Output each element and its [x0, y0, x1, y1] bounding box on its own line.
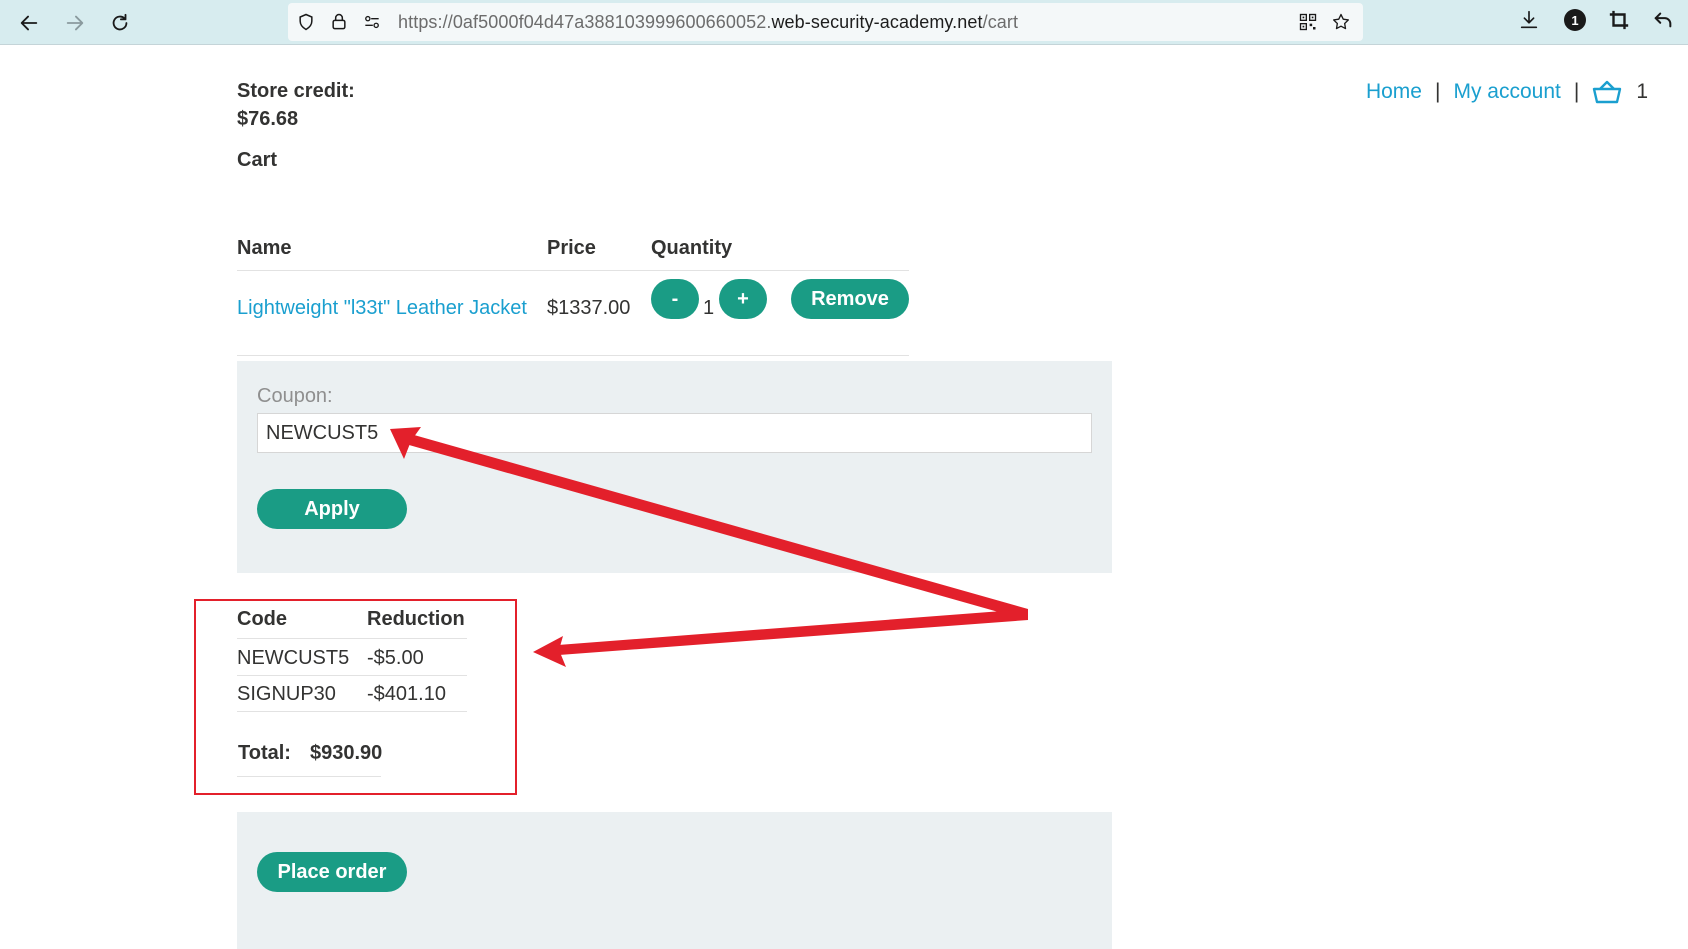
- my-account-link[interactable]: My account: [1453, 80, 1560, 104]
- coupon-input[interactable]: [257, 413, 1092, 453]
- reload-icon[interactable]: [103, 6, 137, 40]
- annotation-arrow-to-reductions: [558, 609, 1028, 655]
- url-domain: web-security-academy.net: [771, 12, 983, 32]
- apply-coupon-button[interactable]: Apply: [257, 489, 407, 529]
- forward-arrow-icon[interactable]: [58, 6, 92, 40]
- reduction-amount: -$401.10: [367, 683, 446, 705]
- column-header-quantity: Quantity: [651, 237, 733, 259]
- table-divider: [237, 355, 909, 356]
- cart-page: Store credit: $76.68 Cart Home | My acco…: [0, 45, 1688, 949]
- address-bar[interactable]: https://0af5000f04d47a388103999600660052…: [288, 3, 1363, 41]
- home-link[interactable]: Home: [1366, 80, 1422, 104]
- undo-icon[interactable]: [1651, 8, 1675, 32]
- shield-icon[interactable]: [296, 12, 316, 32]
- product-price: $1337.00: [547, 297, 631, 319]
- cart-heading: Cart: [237, 149, 278, 171]
- browser-toolbar: https://0af5000f04d47a388103999600660052…: [0, 0, 1688, 45]
- place-order-form: Place order: [237, 812, 1112, 949]
- extension-badge-count: 1: [1564, 9, 1586, 31]
- cart-basket-icon[interactable]: [1592, 79, 1622, 105]
- table-divider: [237, 270, 909, 271]
- reduction-code: NEWCUST5: [237, 647, 350, 669]
- url-path: /cart: [982, 12, 1019, 32]
- store-credit-value: $76.68: [237, 108, 299, 130]
- qr-code-icon[interactable]: [1298, 12, 1318, 32]
- reduction-code: SIGNUP30: [237, 683, 336, 705]
- cart-count[interactable]: 1: [1636, 80, 1648, 104]
- lock-icon[interactable]: [329, 12, 349, 32]
- table-divider: [237, 711, 467, 712]
- download-icon[interactable]: [1517, 8, 1541, 32]
- quantity-value: 1: [703, 297, 715, 319]
- total-value: $930.90: [310, 742, 383, 764]
- coupon-label: Coupon:: [257, 385, 333, 407]
- coupon-form: Coupon: Apply: [237, 361, 1112, 573]
- extension-badge-icon[interactable]: 1: [1563, 8, 1587, 32]
- product-link[interactable]: Lightweight "l33t" Leather Jacket: [237, 297, 527, 320]
- column-header-reduction: Reduction: [367, 608, 465, 630]
- table-divider: [237, 638, 467, 639]
- url-text[interactable]: https://0af5000f04d47a388103999600660052…: [398, 12, 1018, 33]
- back-arrow-icon[interactable]: [12, 6, 46, 40]
- table-divider: [237, 776, 381, 777]
- table-divider: [237, 675, 467, 676]
- bookmark-star-icon[interactable]: [1331, 12, 1351, 32]
- crop-icon[interactable]: [1607, 8, 1631, 32]
- remove-item-button[interactable]: Remove: [791, 279, 909, 319]
- site-settings-icon[interactable]: [362, 12, 382, 32]
- total-label: Total:: [238, 742, 291, 764]
- nav-separator: |: [1434, 80, 1441, 103]
- decrement-quantity-button[interactable]: -: [651, 279, 699, 319]
- increment-quantity-button[interactable]: +: [719, 279, 767, 319]
- reduction-amount: -$5.00: [367, 647, 424, 669]
- nav-separator: |: [1573, 80, 1580, 103]
- column-header-code: Code: [237, 608, 287, 630]
- column-header-price: Price: [547, 237, 596, 259]
- top-navigation: Home | My account | 1: [1366, 79, 1648, 105]
- column-header-name: Name: [237, 237, 292, 259]
- url-prefix: https://0af5000f04d47a388103999600660052…: [398, 12, 772, 32]
- annotation-arrowhead: [533, 636, 566, 667]
- store-credit-label: Store credit:: [237, 80, 355, 102]
- place-order-button[interactable]: Place order: [257, 852, 407, 892]
